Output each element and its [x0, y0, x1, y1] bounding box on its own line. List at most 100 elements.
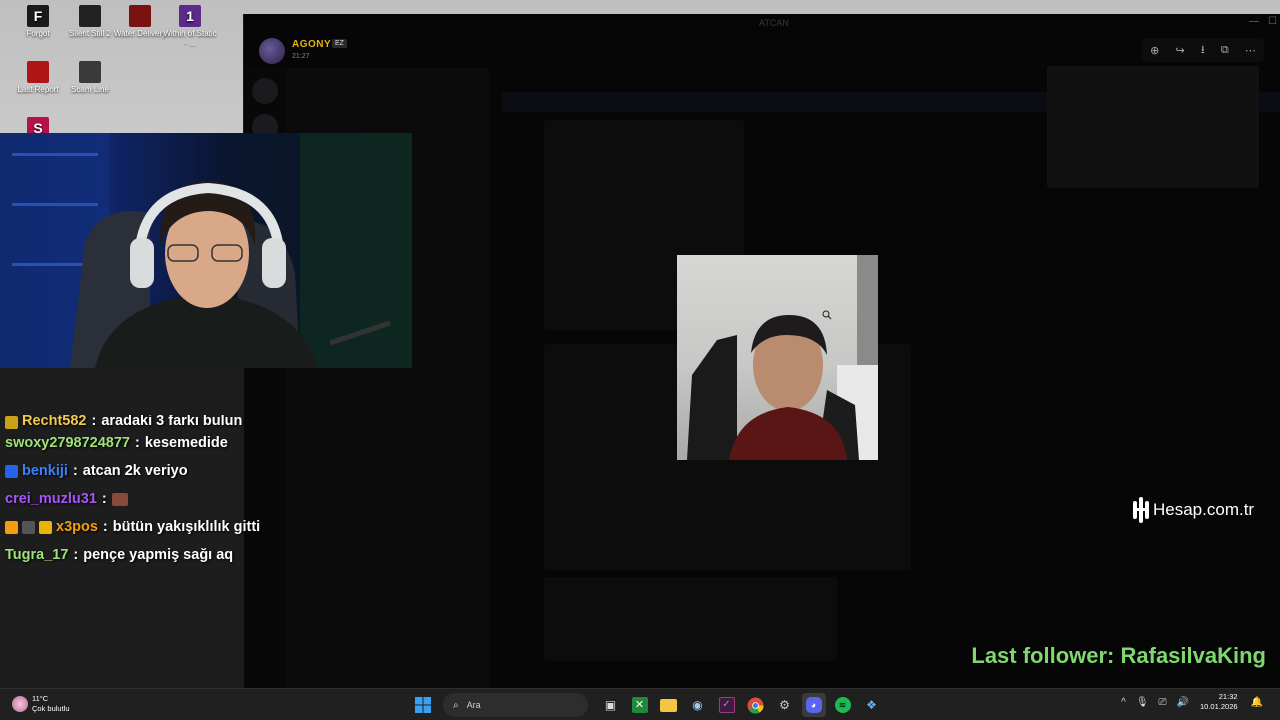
video-tile[interactable]: [544, 577, 837, 661]
search-placeholder: Ara: [466, 700, 481, 710]
clock-date: 10.01.2026: [1200, 702, 1238, 711]
chat-username[interactable]: benkiji: [22, 463, 68, 479]
vs-icon[interactable]: ✓: [715, 693, 739, 717]
last-follower-label: Last follower: RafasilvaKing: [971, 643, 1266, 668]
brand-name: Hesap.com.tr: [1153, 500, 1255, 519]
streamer-webcam: [0, 133, 412, 368]
person-photo: [687, 255, 878, 460]
xbox-icon[interactable]: ✕: [628, 693, 652, 717]
chat-separator: :: [91, 415, 97, 429]
chat-badge-icon: [22, 520, 35, 534]
file-explorer-icon[interactable]: [657, 693, 681, 717]
avatar[interactable]: [259, 38, 285, 64]
chat-message: swoxy2798724877: kesemedide: [5, 429, 325, 457]
taskbar-search[interactable]: ⌕ Ara: [443, 693, 588, 717]
app-icon: [79, 5, 101, 27]
app-icon: 1: [179, 5, 201, 27]
spotify-icon[interactable]: ≋: [831, 693, 855, 717]
discord-icon[interactable]: ◕: [801, 693, 826, 717]
chrome-logo: [747, 697, 764, 714]
weather-widget[interactable]: 11°C Çok bulutlu: [12, 694, 70, 714]
open-external-icon[interactable]: ⧉: [1221, 44, 1229, 57]
shortcut-label: Water Delivery: [113, 29, 167, 38]
weather-description: Çok bulutlu: [32, 704, 70, 713]
chat-username[interactable]: swoxy2798724877: [5, 435, 130, 451]
app-icon: [27, 61, 49, 83]
weather-temperature: 11°C: [32, 694, 49, 703]
desktop-shortcut[interactable]: Last Report: [10, 61, 66, 94]
chat-badge-icon: [39, 520, 52, 534]
chat-username[interactable]: crei_muzlu31: [5, 491, 97, 507]
desktop-shortcut[interactable]: 1 Within of Static - ...: [162, 5, 218, 47]
download-icon[interactable]: ⭳: [1201, 41, 1205, 60]
settings-app-icon[interactable]: ❖: [860, 693, 884, 717]
notification-icon[interactable]: 🔔: [1251, 697, 1263, 708]
start-button[interactable]: [411, 693, 435, 717]
webcam-scene: [0, 133, 412, 368]
image-viewer-header: AGONY EZ 21:27: [244, 32, 1280, 76]
system-tray: ^ 🎙 ⎚ 🔊 21:32 10.01.2026 🔔: [1116, 692, 1268, 712]
message-timestamp: 21:27: [292, 53, 310, 60]
stream-chat: Recht582: aradaki 3 farkı bulun swoxy27987…: [5, 415, 325, 569]
launcher-icon[interactable]: ⚙: [773, 693, 797, 717]
shortcut-label: Silent Still 2: [69, 29, 111, 38]
chrome-icon[interactable]: [744, 693, 768, 717]
desktop-shortcut[interactable]: Water Delivery: [112, 5, 168, 38]
volume-icon[interactable]: 🔊: [1177, 697, 1189, 708]
task-view-icon[interactable]: ▣: [599, 693, 623, 717]
shortcut-label: Within of Static - ...: [163, 29, 217, 47]
share-icon[interactable]: ↪: [1175, 44, 1184, 57]
user-badge: EZ: [332, 39, 347, 48]
maximize-icon[interactable]: ☐: [1268, 16, 1277, 27]
minimize-icon[interactable]: —: [1249, 16, 1259, 27]
chat-username[interactable]: Recht582: [22, 415, 86, 429]
window-titlebar: ATCAN — ☐: [244, 14, 1280, 32]
search-icon: ⌕: [453, 699, 459, 711]
chat-separator: :: [101, 491, 107, 507]
chat-emote-icon: [111, 492, 128, 506]
network-icon[interactable]: ⎚: [1159, 697, 1167, 708]
shared-image[interactable]: [677, 255, 878, 460]
image-viewer-toolbar: ⊕ ↪ ⭳ ⧉ ⋯: [1142, 38, 1264, 62]
desktop-shortcut[interactable]: Silent Still 2: [62, 5, 118, 38]
app-icon: [129, 5, 151, 27]
steam-icon[interactable]: ◉: [686, 693, 710, 717]
zoom-in-icon[interactable]: ⊕: [1150, 44, 1159, 57]
app-icon: F: [27, 5, 49, 27]
chat-text: pençe yapmiş sağı aq: [83, 547, 234, 563]
chat-text: aradaki 3 farkı bulun: [101, 415, 243, 429]
window-title: ATCAN: [759, 18, 789, 28]
chat-badge-icon: [5, 416, 18, 429]
chevron-up-icon[interactable]: ^: [1121, 697, 1126, 708]
clock[interactable]: 21:32 10.01.2026: [1200, 692, 1238, 712]
chat-username[interactable]: Tugra_17: [5, 547, 68, 563]
chat-username[interactable]: x3pos: [56, 519, 98, 535]
chat-badge-icon: [5, 520, 18, 534]
windows-icon: [414, 697, 431, 713]
taskbar: 11°C Çok bulutlu ⌕ Ara ▣ ✕ ◉ ✓ ⚙ ◕ ≋ ❖ ^…: [0, 688, 1280, 720]
chat-text: bütün yakışıklılık gitti: [112, 519, 261, 535]
chat-separator: :: [72, 463, 78, 479]
chat-separator: :: [134, 435, 140, 451]
chat-text: kesemedide: [144, 435, 228, 451]
clock-time: 21:32: [1218, 692, 1238, 701]
microphone-icon[interactable]: 🎙: [1136, 697, 1149, 708]
desktop-shortcut[interactable]: Scam Line: [62, 61, 118, 94]
server-icon[interactable]: [252, 78, 278, 104]
sponsor-logo: Hesap.com.tr: [1132, 497, 1254, 523]
weather-icon: [12, 696, 28, 712]
chat-message: Recht582: aradaki 3 farkı bulun: [5, 415, 325, 429]
shortcut-label: Forgot: [26, 29, 50, 38]
shortcut-label: Scam Line: [71, 85, 109, 94]
video-tile[interactable]: [1047, 66, 1259, 188]
desktop-shortcut[interactable]: F Forgot: [10, 5, 66, 38]
chat-message: x3pos: bütün yakışıklılık gitti: [5, 513, 325, 541]
viewer-username[interactable]: AGONY: [292, 39, 331, 50]
chat-badge-icon: [5, 464, 18, 478]
more-icon[interactable]: ⋯: [1245, 44, 1256, 57]
shortcut-label: Last Report: [17, 85, 59, 94]
taskbar-apps: ⌕ Ara ▣ ✕ ◉ ✓ ⚙ ◕ ≋ ❖: [408, 693, 886, 717]
chat-separator: :: [102, 519, 108, 535]
chat-message: crei_muzlu31:: [5, 485, 325, 513]
app-icon: [79, 61, 101, 83]
